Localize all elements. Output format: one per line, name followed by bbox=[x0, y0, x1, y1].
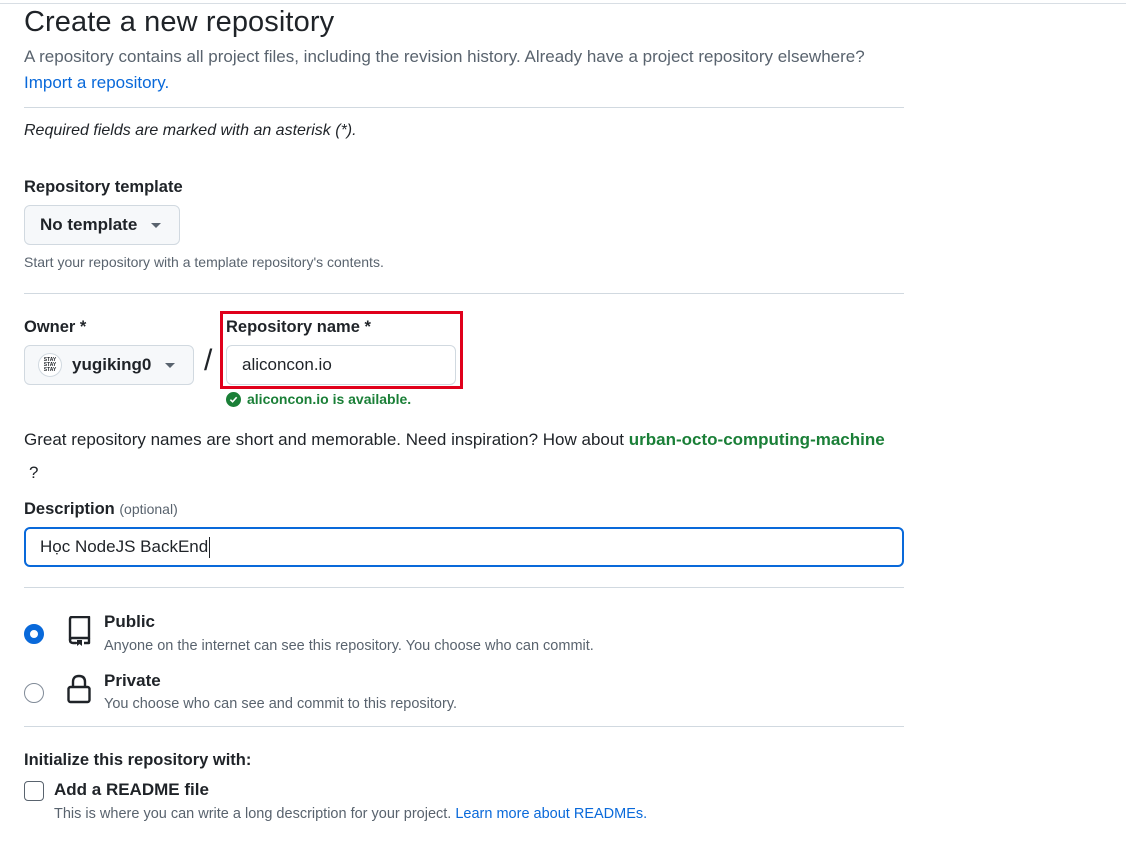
private-title: Private bbox=[104, 671, 161, 690]
description-input[interactable]: Học NodeJS BackEnd bbox=[24, 527, 904, 567]
template-hint: Start your repository with a template re… bbox=[24, 254, 384, 270]
page-intro: A repository contains all project files,… bbox=[24, 47, 865, 66]
private-description: You choose who can see and commit to thi… bbox=[104, 696, 458, 712]
name-inspiration: Great repository names are short and mem… bbox=[24, 430, 885, 449]
page-title: Create a new repository bbox=[24, 6, 335, 38]
required-fields-note: Required fields are marked with an aster… bbox=[24, 122, 357, 139]
chevron-down-icon bbox=[165, 362, 176, 368]
divider bbox=[24, 726, 904, 727]
text-cursor bbox=[209, 536, 211, 558]
import-repository-link[interactable]: Import a repository. bbox=[24, 73, 169, 93]
owner-dropdown[interactable]: STAY STAY STAY yugiking0 bbox=[24, 345, 194, 385]
check-circle-icon bbox=[226, 391, 241, 407]
repo-icon bbox=[66, 615, 92, 651]
availability-text: aliconcon.io is available. bbox=[247, 391, 412, 407]
lock-icon bbox=[66, 674, 92, 709]
private-radio[interactable] bbox=[24, 683, 44, 703]
availability-message: aliconcon.io is available. bbox=[226, 391, 411, 407]
divider bbox=[24, 293, 904, 294]
learn-more-readmes-link[interactable]: Learn more about READMEs. bbox=[455, 806, 647, 822]
owner-label: Owner * bbox=[24, 318, 87, 336]
inspiration-question-mark: ? bbox=[29, 463, 39, 482]
template-selected: No template bbox=[40, 215, 138, 234]
chevron-down-icon bbox=[151, 222, 162, 228]
repo-name-label: Repository name * bbox=[226, 318, 371, 336]
public-radio[interactable] bbox=[24, 624, 44, 644]
owner-name: yugiking0 bbox=[72, 355, 152, 374]
divider bbox=[24, 587, 904, 588]
repo-name-value: aliconcon.io bbox=[242, 355, 332, 374]
avatar: STAY STAY STAY bbox=[38, 353, 62, 377]
suggested-name-link[interactable]: urban-octo-computing-machine bbox=[629, 430, 885, 449]
description-value: Học NodeJS BackEnd bbox=[40, 537, 209, 556]
top-divider bbox=[0, 3, 1126, 4]
public-title: Public bbox=[104, 612, 156, 631]
owner-repo-separator: / bbox=[204, 344, 213, 377]
initialize-heading: Initialize this repository with: bbox=[24, 751, 252, 769]
readme-label[interactable]: Add a README file bbox=[54, 780, 209, 800]
description-label: Description (optional) bbox=[24, 500, 178, 518]
divider bbox=[24, 107, 904, 108]
repo-name-input[interactable]: aliconcon.io bbox=[226, 345, 456, 385]
template-label: Repository template bbox=[24, 178, 183, 196]
readme-checkbox[interactable] bbox=[24, 781, 44, 801]
readme-description: This is where you can write a long descr… bbox=[54, 806, 648, 822]
template-dropdown[interactable]: No template bbox=[24, 205, 180, 245]
public-description: Anyone on the internet can see this repo… bbox=[104, 638, 594, 654]
